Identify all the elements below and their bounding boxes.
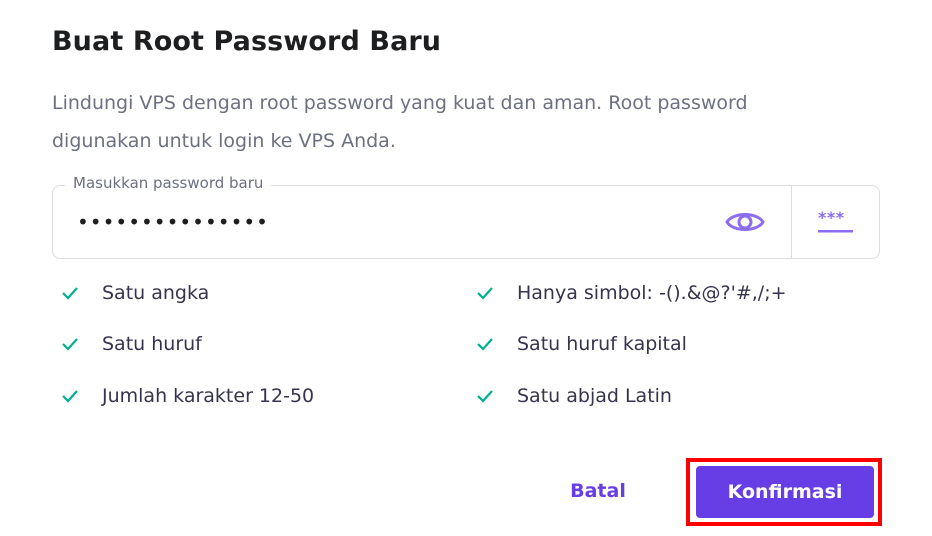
check-icon [60,334,80,354]
check-icon [60,386,80,406]
requirement-label: Satu abjad Latin [517,385,672,407]
confirm-button[interactable]: Konfirmasi [696,466,874,518]
requirement-label: Satu huruf kapital [517,333,687,355]
dialog-description: Lindungi VPS dengan root password yang k… [52,92,748,152]
requirement-item: Satu huruf [60,326,202,362]
field-divider [791,186,792,258]
new-password-field[interactable]: Masukkan password baru ••••••••••••••• *… [52,174,880,259]
create-root-password-dialog: Buat Root Password Baru Lindungi VPS den… [0,0,932,536]
check-icon [60,283,80,303]
requirement-label: Jumlah karakter 12-50 [102,385,315,407]
password-input[interactable]: ••••••••••••••• [77,210,269,234]
svg-text:***: *** [818,209,845,227]
requirement-item: Satu huruf kapital [475,326,687,362]
requirement-item: Satu angka [60,275,209,311]
eye-icon[interactable] [721,202,769,242]
password-field-label: Masukkan password baru [65,174,272,192]
requirement-label: Satu huruf [102,333,202,355]
cancel-button[interactable]: Batal [548,466,648,516]
generate-password-icon[interactable]: *** [809,202,863,242]
check-icon [475,334,495,354]
requirement-label: Satu angka [102,282,210,304]
requirement-item: Hanya simbol: -().&@?'#,/;+ [475,275,787,311]
check-icon [475,386,495,406]
check-icon [475,283,495,303]
requirement-item: Jumlah karakter 12-50 [60,378,314,414]
requirement-item: Satu abjad Latin [475,378,672,414]
dialog-title: Buat Root Password Baru [52,26,442,57]
requirement-label: Hanya simbol: -().&@?'#,/;+ [517,282,787,304]
